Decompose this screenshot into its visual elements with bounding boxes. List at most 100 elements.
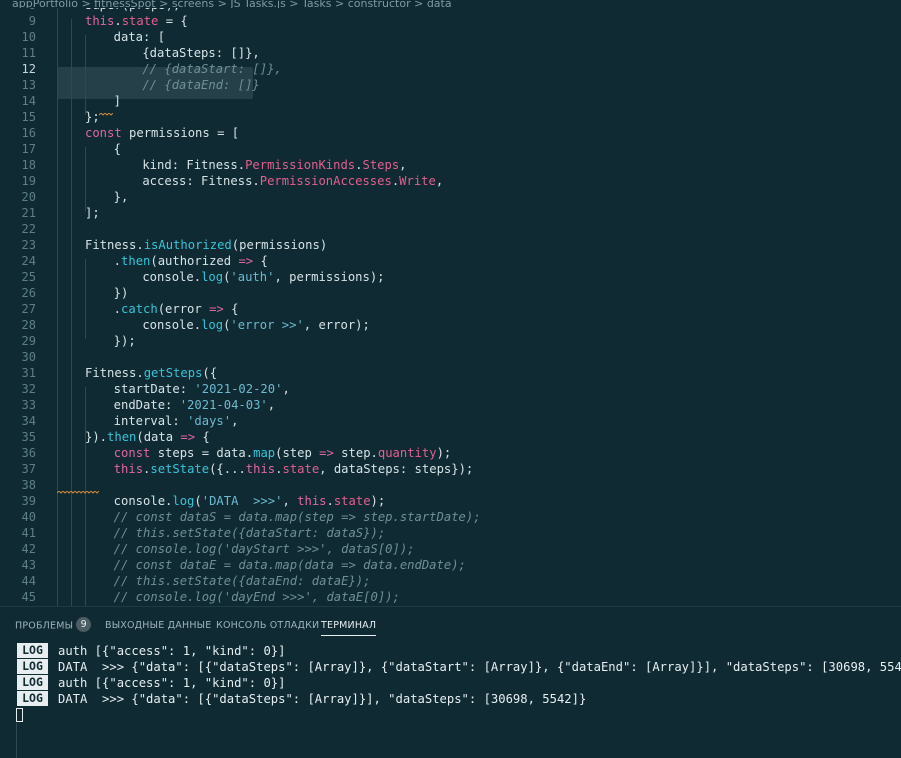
- code-line[interactable]: 43 // const dataE = data.map(data => dat…: [0, 557, 901, 573]
- line-number: 24: [21, 254, 36, 268]
- tab-problems[interactable]: ПРОБЛЕМЫ 9: [15, 617, 92, 632]
- code-line[interactable]: 31 Fitness.getSteps({: [0, 365, 901, 381]
- line-number: 34: [21, 414, 36, 428]
- code-line[interactable]: 41 // this.setState({dataStart: dataS});: [0, 525, 901, 541]
- code-text: ];: [85, 206, 100, 220]
- code-text: // const dataS = data.map(step => step.s…: [99, 510, 481, 524]
- code-line[interactable]: 14 ]: [0, 93, 901, 109]
- line-number: 38: [21, 478, 36, 492]
- code-line[interactable]: 27 .catch(error => {: [0, 301, 901, 317]
- code-line[interactable]: 36 const steps = data.map(step => step.q…: [0, 445, 901, 461]
- line-number: 17: [21, 142, 36, 156]
- code-line[interactable]: 17 {: [0, 141, 901, 157]
- code-text: };: [85, 110, 100, 124]
- line-number: 11: [21, 46, 36, 60]
- warning-squiggle: [99, 113, 113, 116]
- code-text: .catch(error => {: [99, 302, 239, 316]
- code-line[interactable]: 11 {dataSteps: []},: [0, 45, 901, 61]
- code-text: // console.log('dayStart >>>', dataS[0])…: [99, 542, 415, 556]
- tab-label: ТЕРМИНАЛ: [321, 620, 377, 631]
- line-number: 35: [21, 430, 36, 444]
- code-line[interactable]: 35}).then(data => {: [0, 429, 901, 445]
- log-tag: LOG: [17, 691, 48, 706]
- breadcrumb-text: appPortfolio > fitnessSpot > screens > J…: [12, 0, 452, 8]
- line-number: 13: [21, 78, 36, 92]
- code-line[interactable]: 13 // {dataEnd: []}: [0, 77, 901, 93]
- code-text: // const dataE = data.map(data => data.e…: [99, 558, 466, 572]
- line-number: 42: [21, 542, 36, 556]
- tab-terminal[interactable]: ТЕРМИНАЛ: [321, 620, 377, 636]
- tab-debug-console[interactable]: КОНСОЛЬ ОТЛАДКИ: [216, 620, 319, 631]
- line-number: 40: [21, 510, 36, 524]
- code-line[interactable]: 10 data: [: [0, 29, 901, 45]
- code-text: }): [99, 286, 129, 300]
- code-text: const permissions = [: [85, 126, 240, 140]
- code-line[interactable]: 21];: [0, 205, 901, 221]
- line-number: 22: [21, 222, 36, 236]
- code-text: // console.log('dayEnd >>>', dataE[0]);: [99, 590, 400, 604]
- line-number: 30: [21, 350, 36, 364]
- line-number: 18: [21, 158, 36, 172]
- code-line[interactable]: 26 }): [0, 285, 901, 301]
- code-text: // this.setState({dataEnd: dataE});: [99, 574, 371, 588]
- bottom-panel: ПРОБЛЕМЫ 9 ВЫХОДНЫЕ ДАННЫЕ КОНСОЛЬ ОТЛАДК…: [0, 606, 901, 758]
- code-line[interactable]: 9 this.state = {: [0, 13, 901, 29]
- code-line[interactable]: 37 this.setState({...this.state, dataSte…: [0, 461, 901, 477]
- code-line[interactable]: 32 startDate: '2021-02-20',: [0, 381, 901, 397]
- code-text: // this.setState({dataStart: dataS});: [99, 526, 386, 540]
- line-number: 45: [21, 590, 36, 604]
- line-number: 33: [21, 398, 36, 412]
- code-line[interactable]: 22: [0, 221, 901, 237]
- code-line[interactable]: 42 // console.log('dayStart >>>', dataS[…: [0, 541, 901, 557]
- code-line[interactable]: 38: [0, 477, 901, 493]
- tab-output[interactable]: ВЫХОДНЫЕ ДАННЫЕ: [105, 620, 211, 631]
- code-text: interval: 'days',: [99, 414, 239, 428]
- code-line[interactable]: 23 Fitness.isAuthorized(permissions): [0, 237, 901, 253]
- code-text: Fitness.getSteps({: [85, 366, 218, 380]
- code-text: this.state = {: [85, 14, 188, 28]
- code-line[interactable]: 19 access: Fitness.PermissionAccesses.Wr…: [0, 173, 901, 189]
- code-line[interactable]: 12 // {dataStart: []},: [0, 61, 901, 77]
- line-number: 37: [21, 462, 36, 476]
- code-line[interactable]: 45 // console.log('dayEnd >>>', dataE[0]…: [0, 589, 901, 605]
- code-line[interactable]: 30: [0, 349, 901, 365]
- line-number: 41: [21, 526, 36, 540]
- code-text: // {dataStart: []},: [113, 62, 282, 76]
- code-editor[interactable]: 8super(props);9this.state = {10 data: [1…: [0, 0, 901, 606]
- breadcrumb[interactable]: appPortfolio > fitnessSpot > screens > J…: [0, 0, 901, 8]
- log-text: auth [{"access": 1, "kind": 0}]: [58, 676, 286, 690]
- code-line[interactable]: 28 console.log('error >>', error);: [0, 317, 901, 333]
- code-line[interactable]: 15};: [0, 109, 901, 125]
- code-text: const steps = data.map(step => step.quan…: [113, 446, 452, 460]
- code-line[interactable]: 20 },: [0, 189, 901, 205]
- code-line[interactable]: 34 interval: 'days',: [0, 413, 901, 429]
- log-tag: LOG: [17, 659, 48, 674]
- log-text: auth [{"access": 1, "kind": 0}]: [58, 644, 286, 658]
- code-line[interactable]: 39 console.log('DATA >>>', this.state);: [0, 493, 901, 509]
- code-text: Fitness.isAuthorized(permissions): [85, 238, 328, 252]
- code-text: });: [99, 334, 136, 348]
- line-number: 16: [21, 126, 36, 140]
- code-line[interactable]: 18 kind: Fitness.PermissionKinds.Steps,: [0, 157, 901, 173]
- line-number: 21: [21, 206, 36, 220]
- code-text: this.setState({...this.state, dataSteps:…: [113, 462, 474, 476]
- code-text: .then(authorized => {: [99, 254, 268, 268]
- line-number: 26: [21, 286, 36, 300]
- line-number: 20: [21, 190, 36, 204]
- code-line[interactable]: 25 console.log('auth', permissions);: [0, 269, 901, 285]
- code-line[interactable]: 16 const permissions = [: [0, 125, 901, 141]
- code-text: {dataSteps: []},: [113, 46, 260, 60]
- code-line[interactable]: 44 // this.setState({dataEnd: dataE});: [0, 573, 901, 589]
- tab-label: ВЫХОДНЫЕ ДАННЫЕ: [105, 620, 212, 631]
- warning-squiggle: [57, 491, 99, 494]
- code-text: console.log('DATA >>>', this.state);: [99, 494, 386, 508]
- code-line[interactable]: 24 .then(authorized => {: [0, 253, 901, 269]
- line-number: 15: [21, 110, 36, 124]
- code-line[interactable]: 40 // const dataS = data.map(step => ste…: [0, 509, 901, 525]
- terminal-cursor: [16, 708, 23, 722]
- code-line[interactable]: 29 });: [0, 333, 901, 349]
- code-line[interactable]: 33 endDate: '2021-04-03',: [0, 397, 901, 413]
- line-number: 32: [21, 382, 36, 396]
- line-number: 25: [21, 270, 36, 284]
- line-number: 14: [21, 94, 36, 108]
